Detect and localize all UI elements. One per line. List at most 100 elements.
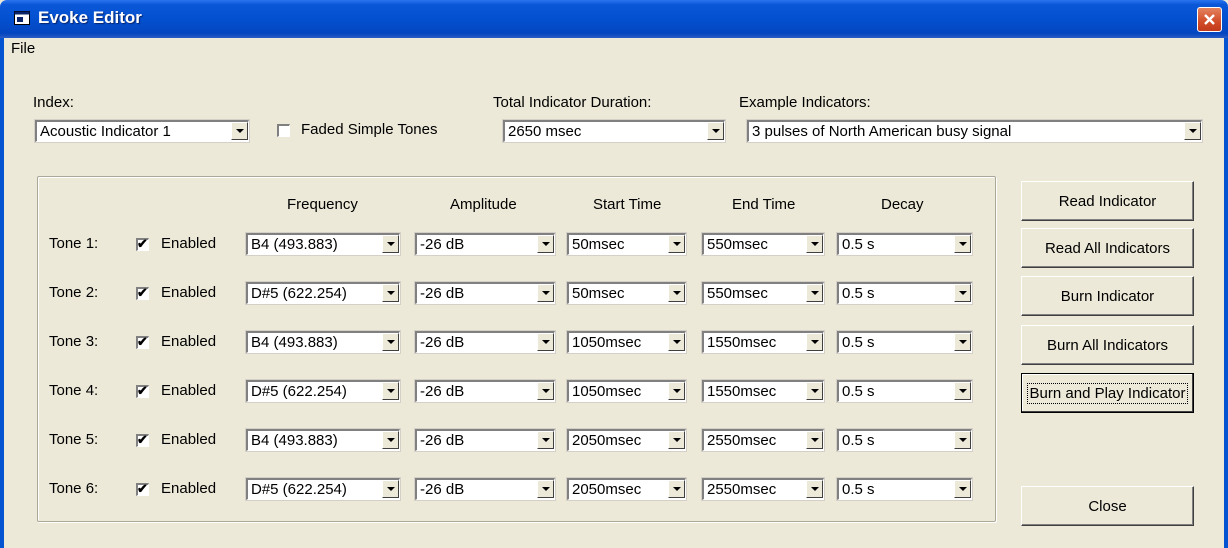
dropdown-arrow-icon[interactable] — [382, 284, 399, 302]
tone-start-select[interactable]: 1050msec — [566, 379, 687, 403]
dropdown-arrow-icon[interactable] — [806, 333, 823, 351]
dropdown-arrow-icon[interactable] — [806, 431, 823, 449]
tone-amplitude-value: -26 dB — [420, 481, 465, 498]
dropdown-arrow-icon[interactable] — [537, 382, 554, 400]
burn-indicator-button[interactable]: Burn Indicator — [1021, 276, 1194, 316]
tone-end-value: 550msec — [707, 285, 768, 302]
burn-and-play-indicator-button[interactable]: Burn and Play Indicator — [1021, 373, 1194, 413]
tone-decay-select[interactable]: 0.5 s — [836, 477, 973, 501]
tone-amplitude-select[interactable]: -26 dB — [414, 477, 556, 501]
tone-amplitude-select[interactable]: -26 dB — [414, 232, 556, 256]
close-window-button[interactable] — [1197, 7, 1222, 32]
frequency-header: Frequency — [287, 196, 358, 213]
tone-end-select[interactable]: 1550msec — [701, 379, 825, 403]
dropdown-arrow-icon[interactable] — [707, 122, 724, 140]
title-bar[interactable]: Evoke Editor — [0, 0, 1228, 38]
dropdown-arrow-icon[interactable] — [954, 382, 971, 400]
dropdown-arrow-icon[interactable] — [382, 431, 399, 449]
tone-frequency-select[interactable]: B4 (493.883) — [245, 330, 401, 354]
tone-decay-select[interactable]: 0.5 s — [836, 428, 973, 452]
tone-frequency-value: B4 (493.883) — [251, 236, 338, 253]
tone-enabled-checkbox[interactable]: ✔ — [136, 481, 149, 496]
tone-start-select[interactable]: 50msec — [566, 281, 687, 305]
dropdown-arrow-icon[interactable] — [382, 333, 399, 351]
tone-decay-select[interactable]: 0.5 s — [836, 232, 973, 256]
tone-label: Tone 2: — [49, 284, 99, 301]
tone-end-select[interactable]: 2550msec — [701, 428, 825, 452]
dropdown-arrow-icon[interactable] — [954, 480, 971, 498]
tone-end-select[interactable]: 1550msec — [701, 330, 825, 354]
dropdown-arrow-icon[interactable] — [231, 122, 248, 140]
dropdown-arrow-icon[interactable] — [806, 284, 823, 302]
total-duration-select[interactable]: 2650 msec — [502, 119, 726, 143]
menu-file[interactable]: File — [11, 40, 35, 57]
tone-frequency-select[interactable]: D#5 (622.254) — [245, 379, 401, 403]
dropdown-arrow-icon[interactable] — [382, 382, 399, 400]
index-select-value: Acoustic Indicator 1 — [40, 123, 171, 140]
tone-enabled-checkbox[interactable]: ✔ — [136, 285, 149, 300]
tone-enabled-checkbox[interactable]: ✔ — [136, 383, 149, 398]
tone-amplitude-select[interactable]: -26 dB — [414, 330, 556, 354]
dropdown-arrow-icon[interactable] — [954, 333, 971, 351]
dropdown-arrow-icon[interactable] — [537, 235, 554, 253]
dropdown-arrow-icon[interactable] — [668, 431, 685, 449]
dropdown-arrow-icon[interactable] — [537, 480, 554, 498]
dropdown-arrow-icon[interactable] — [537, 284, 554, 302]
tone-amplitude-select[interactable]: -26 dB — [414, 379, 556, 403]
tone-frequency-select[interactable]: D#5 (622.254) — [245, 281, 401, 305]
tone-start-select[interactable]: 50msec — [566, 232, 687, 256]
tone-frequency-value: D#5 (622.254) — [251, 285, 347, 302]
dropdown-arrow-icon[interactable] — [668, 382, 685, 400]
tone-frequency-select[interactable]: D#5 (622.254) — [245, 477, 401, 501]
read-indicator-button[interactable]: Read Indicator — [1021, 181, 1194, 221]
burn-all-indicators-button[interactable]: Burn All Indicators — [1021, 325, 1194, 365]
example-indicators-select[interactable]: 3 pulses of North American busy signal — [746, 119, 1203, 143]
tone-start-select[interactable]: 2050msec — [566, 428, 687, 452]
dropdown-arrow-icon[interactable] — [537, 333, 554, 351]
close-button[interactable]: Close — [1021, 486, 1194, 526]
dropdown-arrow-icon[interactable] — [806, 235, 823, 253]
checkmark-icon: ✔ — [137, 481, 148, 496]
tone-enabled-checkbox[interactable]: ✔ — [136, 236, 149, 251]
dropdown-arrow-icon[interactable] — [382, 235, 399, 253]
dropdown-arrow-icon[interactable] — [954, 431, 971, 449]
dropdown-arrow-icon[interactable] — [668, 235, 685, 253]
tone-label: Tone 5: — [49, 431, 99, 448]
tone-frequency-select[interactable]: B4 (493.883) — [245, 232, 401, 256]
tone-enabled-label: Enabled — [161, 382, 217, 399]
tone-start-select[interactable]: 1050msec — [566, 330, 687, 354]
tone-end-select[interactable]: 550msec — [701, 281, 825, 305]
tone-decay-select[interactable]: 0.5 s — [836, 281, 973, 305]
tone-label: Tone 3: — [49, 333, 99, 350]
tone-frequency-select[interactable]: B4 (493.883) — [245, 428, 401, 452]
tone-amplitude-select[interactable]: -26 dB — [414, 428, 556, 452]
window-title: Evoke Editor — [38, 8, 142, 27]
dropdown-arrow-icon[interactable] — [668, 284, 685, 302]
tone-enabled-checkbox[interactable]: ✔ — [136, 334, 149, 349]
tone-start-value: 50msec — [572, 236, 625, 253]
dropdown-arrow-icon[interactable] — [806, 480, 823, 498]
tone-amplitude-select[interactable]: -26 dB — [414, 281, 556, 305]
tone-decay-select[interactable]: 0.5 s — [836, 330, 973, 354]
dropdown-arrow-icon[interactable] — [537, 431, 554, 449]
dropdown-arrow-icon[interactable] — [954, 235, 971, 253]
tone-enabled-checkbox[interactable]: ✔ — [136, 432, 149, 447]
tone-decay-value: 0.5 s — [842, 334, 875, 351]
window-app-icon[interactable] — [14, 11, 30, 25]
tone-end-select[interactable]: 2550msec — [701, 477, 825, 501]
read-all-indicators-button[interactable]: Read All Indicators — [1021, 228, 1194, 268]
dropdown-arrow-icon[interactable] — [806, 382, 823, 400]
dropdown-arrow-icon[interactable] — [668, 333, 685, 351]
tone-decay-select[interactable]: 0.5 s — [836, 379, 973, 403]
tone-start-select[interactable]: 2050msec — [566, 477, 687, 501]
faded-simple-tones-checkbox[interactable] — [277, 124, 290, 137]
dropdown-arrow-icon[interactable] — [668, 480, 685, 498]
tone-enabled-label: Enabled — [161, 284, 217, 301]
tone-decay-value: 0.5 s — [842, 432, 875, 449]
index-select[interactable]: Acoustic Indicator 1 — [34, 119, 250, 143]
tone-end-select[interactable]: 550msec — [701, 232, 825, 256]
tone-enabled-label: Enabled — [161, 333, 217, 350]
dropdown-arrow-icon[interactable] — [382, 480, 399, 498]
dropdown-arrow-icon[interactable] — [1184, 122, 1201, 140]
dropdown-arrow-icon[interactable] — [954, 284, 971, 302]
